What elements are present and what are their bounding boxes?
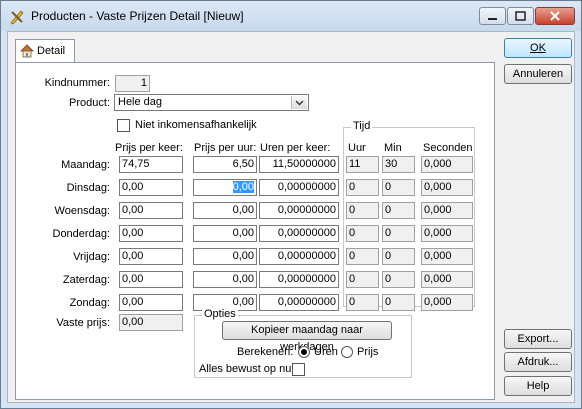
min-field: 0 (382, 179, 415, 196)
radio-prijs-label: Prijs (357, 346, 379, 358)
vaste-prijs-label: Vaste prijs: (56, 317, 110, 329)
prijs-per-keer-input[interactable]: 0,00 (119, 225, 183, 242)
col-min: Min (384, 142, 402, 154)
prijs-per-keer-input[interactable]: 74,75 (119, 156, 183, 173)
uren-per-keer-input[interactable]: 11,50000000 (259, 156, 339, 173)
prijs-per-keer-input[interactable]: 0,00 (119, 248, 183, 265)
prijs-per-keer-input[interactable]: 0,00 (119, 294, 183, 311)
export-button[interactable]: Export... (504, 329, 572, 349)
seconden-field: 0,000 (421, 248, 473, 265)
prijs-per-uur-input[interactable]: 0,00 (193, 202, 257, 219)
kindnummer-label: Kindnummer: (44, 77, 110, 89)
pencil-ruler-icon (10, 10, 24, 25)
col-prijs-per-keer: Prijs per keer: (115, 142, 183, 154)
uur-field: 0 (346, 225, 379, 242)
afdruk-button[interactable]: Afdruk... (504, 352, 572, 372)
tab-detail[interactable]: Detail (15, 39, 75, 63)
day-label: Vrijdag: (73, 251, 110, 263)
vaste-prijs-field: 0,00 (119, 314, 183, 331)
dialog-window: Producten - Vaste Prijzen Detail [Nieuw]… (0, 0, 582, 409)
radio-uren[interactable] (298, 346, 310, 358)
uur-field: 0 (346, 179, 379, 196)
opties-group-title: Opties (202, 308, 238, 320)
chevron-down-icon (295, 100, 304, 106)
day-label: Woensdag: (54, 205, 110, 217)
product-value: Hele dag (118, 96, 163, 108)
dropdown-button[interactable] (291, 96, 307, 109)
window-title: Producten - Vaste Prijzen Detail [Nieuw] (31, 9, 244, 23)
uur-field: 0 (346, 248, 379, 265)
day-label: Zondag: (69, 297, 110, 309)
close-icon (550, 11, 560, 21)
close-button[interactable] (535, 7, 575, 25)
uur-field: 0 (346, 271, 379, 288)
min-field: 30 (382, 156, 415, 173)
min-field: 0 (382, 202, 415, 219)
day-label: Zaterdag: (62, 274, 110, 286)
prijs-per-uur-input[interactable]: 0,00 (193, 248, 257, 265)
col-uur: Uur (348, 142, 366, 154)
minimize-icon (488, 18, 497, 20)
title-bar[interactable]: Producten - Vaste Prijzen Detail [Nieuw] (1, 1, 581, 31)
col-uren-per-keer: Uren per keer: (260, 142, 331, 154)
prijs-per-keer-input[interactable]: 0,00 (119, 179, 183, 196)
uren-per-keer-input[interactable]: 0,00000000 (259, 248, 339, 265)
niet-inkomens-label: Niet inkomensafhankelijk (135, 119, 257, 131)
prijs-per-keer-input[interactable]: 0,00 (119, 271, 183, 288)
product-select[interactable]: Hele dag (114, 94, 309, 111)
uur-field: 0 (346, 202, 379, 219)
seconden-field: 0,000 (421, 294, 473, 311)
berekenen-label: Berekenen: (237, 346, 294, 358)
col-seconden: Seconden (423, 142, 473, 154)
seconden-field: 0,000 (421, 225, 473, 242)
prijs-per-uur-input[interactable]: 0,00 (193, 225, 257, 242)
uur-field: 0 (346, 294, 379, 311)
seconden-field: 0,000 (421, 179, 473, 196)
radio-prijs[interactable] (341, 346, 353, 358)
day-label: Dinsdag: (66, 182, 110, 194)
min-field: 0 (382, 248, 415, 265)
kindnummer-field: 1 (115, 75, 150, 92)
help-button[interactable]: Help (504, 376, 572, 396)
maximize-icon (515, 11, 526, 21)
annuleren-button[interactable]: Annuleren (504, 64, 572, 84)
day-label: Maandag: (61, 159, 110, 171)
min-field: 0 (382, 225, 415, 242)
uren-per-keer-input[interactable]: 0,00000000 (259, 294, 339, 311)
minimize-button[interactable] (479, 7, 506, 25)
seconden-field: 0,000 (421, 202, 473, 219)
maximize-button[interactable] (507, 7, 534, 25)
tijd-group-title: Tijd (351, 120, 373, 132)
alles-bewust-label: Alles bewust op nul: (199, 363, 297, 375)
ok-button[interactable]: OK (504, 38, 572, 58)
uur-field: 11 (346, 156, 379, 173)
copy-monday-button[interactable]: Kopieer maandag naar werkdagen (222, 321, 392, 353)
selected-text: 0,00 (232, 181, 254, 193)
radio-selected-dot (301, 349, 307, 355)
niet-inkomens-checkbox[interactable] (117, 119, 130, 132)
uren-per-keer-input[interactable]: 0,00000000 (259, 202, 339, 219)
prijs-per-keer-input[interactable]: 0,00 (119, 202, 183, 219)
col-prijs-per-uur: Prijs per uur: (194, 142, 257, 154)
radio-uren-label: Uren (314, 346, 338, 358)
min-field: 0 (382, 271, 415, 288)
alles-bewust-checkbox[interactable] (292, 363, 305, 376)
prijs-per-uur-input[interactable]: 6,50 (193, 156, 257, 173)
day-label: Donderdag: (52, 228, 111, 240)
min-field: 0 (382, 294, 415, 311)
tab-label: Detail (37, 45, 66, 57)
seconden-field: 0,000 (421, 156, 473, 173)
uren-per-keer-input[interactable]: 0,00000000 (259, 225, 339, 242)
seconden-field: 0,000 (421, 271, 473, 288)
product-label: Product: (69, 97, 110, 109)
prijs-per-uur-input-focused[interactable]: 0,00 (193, 179, 257, 196)
house-icon (20, 44, 34, 58)
uren-per-keer-input[interactable]: 0,00000000 (259, 271, 339, 288)
ok-button-label: OK (530, 42, 546, 54)
prijs-per-uur-input[interactable]: 0,00 (193, 271, 257, 288)
uren-per-keer-input[interactable]: 0,00000000 (259, 179, 339, 196)
